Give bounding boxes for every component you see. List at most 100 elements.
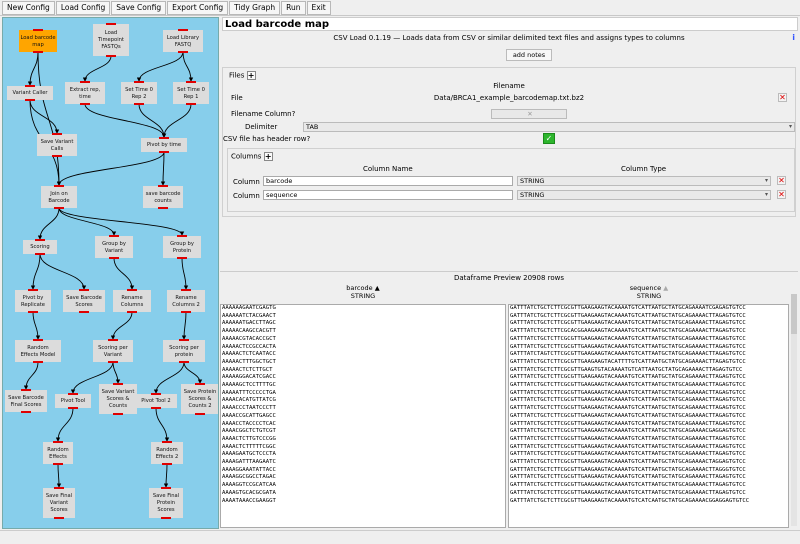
barcode-column[interactable]: AAAAAAGAATCGAGTG AAAAAATCTACGAACT AAAAAATG… — [220, 304, 506, 528]
graph-node-scoring-per-variant[interactable]: Scoring per Variant — [93, 339, 133, 363]
delimiter-select[interactable]: TAB ▾ — [303, 122, 795, 132]
node-port-marker — [33, 361, 43, 363]
barcode-cell: AAAAACTTTGGCTGCT — [222, 358, 276, 365]
graph-node-random-effects-model[interactable]: Random Effects Model — [15, 339, 61, 363]
column-row-label: Column — [233, 192, 260, 200]
file-path[interactable]: Data/BRCA1_example_barcodemap.txt.bz2 — [223, 94, 795, 102]
sequence-cell: GATTTATCTGCTCTTCGCGTTGAAGAAGTACAAAATGTCA… — [510, 382, 746, 389]
sequence-cell: GATTTATCTGCTCTTCGCGTTGAAGAAGTACAAAATGTCA… — [510, 443, 746, 450]
graph-node-label: Scores — [157, 507, 175, 513]
graph-edge — [55, 407, 74, 442]
graph-node-group-by-protein[interactable]: Group by Protein — [163, 235, 201, 259]
barcode-column-header[interactable]: barcode ▲ STRING — [220, 284, 506, 300]
graph-node-load-barcode-map[interactable]: Load barcode map — [19, 29, 57, 53]
new-config-button[interactable]: New Config — [2, 0, 55, 15]
node-port-marker — [178, 29, 188, 31]
graph-node-scoring[interactable]: Scoring — [23, 239, 57, 255]
sort-asc-icon[interactable]: ▲ — [663, 284, 668, 292]
graph-node-label: Columns 2 — [172, 301, 200, 308]
graph-node-pivot-by-time[interactable]: Pivot by time — [141, 137, 187, 153]
graph-node-pivot-tool-2[interactable]: Pivot Tool 2 — [135, 393, 177, 409]
node-port-marker — [80, 81, 90, 83]
graph-node-variant-caller[interactable]: Variant Caller — [7, 85, 53, 101]
filename-header: Filename — [493, 82, 525, 90]
graph-node-rename-columns-2[interactable]: Rename Columns 2 — [167, 289, 205, 313]
graph-node-extract-rep-time[interactable]: Extract rep, time — [65, 81, 105, 105]
exit-button[interactable]: Exit — [306, 0, 331, 15]
barcode-cell: AAAAAGCTCCTTTTGC — [222, 382, 276, 389]
pipeline-graph[interactable]: Load barcode map Load Timepoint FASTQs Load L… — [2, 17, 219, 529]
graph-node-pivot-tool[interactable]: Pivot Tool — [55, 393, 91, 409]
add-notes-button[interactable]: add notes — [506, 49, 552, 61]
graph-node-random-effects[interactable]: Random Effects — [43, 441, 73, 465]
graph-node-group-by-variant[interactable]: Group by Variant — [95, 235, 133, 259]
node-port-marker — [68, 393, 78, 395]
graph-node-label: Load — [104, 30, 118, 36]
tidy-graph-button[interactable]: Tidy Graph — [229, 0, 281, 15]
graph-edge — [82, 55, 112, 82]
graph-node-save-final-protein-scores[interactable]: Save Final Protein Scores — [149, 487, 183, 519]
graph-node-set-time0-rep1[interactable]: Set Time 0 Rep 1 — [173, 81, 209, 105]
graph-node-label: save barcode — [145, 190, 181, 197]
graph-node-label: Final Scores — [10, 401, 42, 408]
run-button[interactable]: Run — [281, 0, 306, 15]
graph-node-save-barcode-scores[interactable]: Save Barcode Scores — [63, 289, 105, 313]
graph-edge — [181, 311, 187, 340]
node-port-marker — [177, 235, 187, 237]
graph-node-rename-columns[interactable]: Rename Columns — [113, 289, 151, 313]
sequence-cell: GATTTATCTGCTCTTCGCGTTGAAGAAGTACAAAATGTCA… — [510, 451, 746, 458]
node-port-marker — [108, 339, 118, 341]
graph-node-save-protein-scores-counts-2[interactable]: Save Protein Scores & Counts 2 — [181, 383, 218, 415]
graph-node-save-final-variant-scores[interactable]: Save Final Variant Scores — [43, 487, 75, 519]
graph-node-set-time0-rep2[interactable]: Set Time 0 Rep 2 — [121, 81, 157, 105]
column-name-input[interactable]: sequence — [263, 190, 513, 200]
sequence-column[interactable]: GATTTATCTGCTCTTCGCGTTGAAGAAGTACAAAATGTCA… — [508, 304, 789, 528]
graph-node-save-barcode-counts[interactable]: save barcode counts — [143, 185, 183, 209]
filename-column-toggle[interactable]: ✕ — [491, 109, 567, 119]
graph-node-load-library-fastq[interactable]: Load Library FASTQ — [163, 29, 203, 53]
graph-node-label: FASTQ — [174, 41, 192, 48]
column-name-input[interactable]: barcode — [263, 176, 513, 186]
graph-node-load-timepoint-fastqs[interactable]: Load Timepoint FASTQs — [93, 23, 129, 57]
config-title[interactable]: Load barcode map — [222, 17, 798, 31]
node-port-marker — [109, 235, 119, 237]
remove-file-icon[interactable]: ✕ — [778, 93, 787, 102]
sort-asc-icon[interactable]: ▲ — [375, 284, 380, 292]
export-config-button[interactable]: Export Config — [167, 0, 229, 15]
graph-node-label: map — [32, 41, 44, 48]
preview-scrollbar-thumb[interactable] — [791, 294, 797, 334]
sequence-cell: GATTTATCTGCTCTTCGCGTTGAAGAAGTACAAAATGTCA… — [510, 343, 746, 350]
node-port-marker — [108, 361, 118, 363]
sequence-cell: GATTTATCTGCTCTTCGCGTTGAAGAAGTACAAAATGTCA… — [510, 474, 746, 481]
column-type-select[interactable]: STRING ▾ — [517, 176, 771, 186]
sequence-column-header[interactable]: sequence ▲ STRING — [508, 284, 790, 300]
header-row-checkbox[interactable]: ✓ — [543, 133, 555, 144]
barcode-cell: AAAAGAATGCTCCCTA — [222, 451, 276, 458]
load-config-button[interactable]: Load Config — [55, 0, 111, 15]
graph-node-scoring-per-protein[interactable]: Scoring per protein — [163, 339, 205, 363]
node-port-marker — [186, 103, 196, 105]
graph-node-join-on-barcode[interactable]: Join on Barcode — [41, 185, 77, 209]
graph-node-label: time — [79, 93, 91, 100]
remove-column-icon[interactable]: ✕ — [777, 190, 786, 199]
graph-node-random-effects-2[interactable]: Random Effects 2 — [151, 441, 183, 465]
node-port-marker — [33, 29, 43, 31]
node-port-marker — [127, 311, 137, 313]
graph-node-label: Group by — [102, 240, 126, 247]
column-type-select[interactable]: STRING ▾ — [517, 190, 771, 200]
node-port-marker — [79, 311, 89, 313]
remove-column-icon[interactable]: ✕ — [777, 176, 786, 185]
delimiter-label: Delimiter — [245, 123, 278, 131]
plugin-description: CSV Load 0.1.19 — Loads data from CSV or… — [333, 34, 685, 42]
barcode-cell: AAAAAGGACATCGACC — [222, 374, 276, 381]
graph-node-save-barcode-final-scores[interactable]: Save Barcode Final Scores — [5, 389, 47, 413]
graph-node-pivot-by-replicate[interactable]: Pivot by Replicate — [15, 289, 51, 313]
save-config-button[interactable]: Save Config — [111, 0, 167, 15]
graph-edge — [39, 253, 87, 290]
sequence-cell: GATTTATCTGCTCTTCGCGTTGAAGAAGTACATTTTGTCA… — [510, 358, 746, 365]
add-column-button[interactable]: + — [263, 152, 273, 161]
graph-node-save-variant-scores-counts[interactable]: Save Variant Scores & Counts — [99, 383, 137, 415]
add-file-button[interactable]: + — [246, 71, 256, 80]
graph-node-save-variant-calls[interactable]: Save Variant Calls — [37, 133, 77, 157]
sequence-cell: GATTTATCTGCTCTTCGCGTTGAAGAAGTACAAAATGTCA… — [510, 435, 746, 442]
